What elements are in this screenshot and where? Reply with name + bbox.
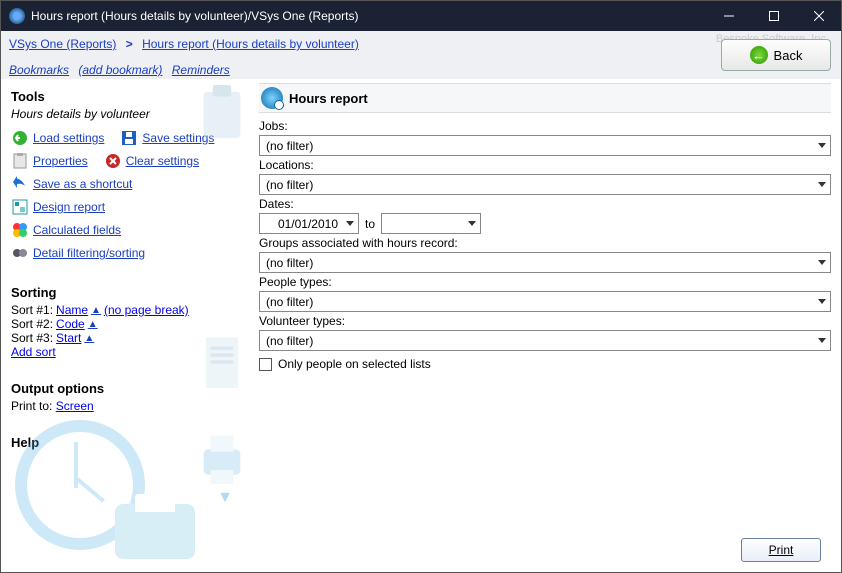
- date-to-word: to: [365, 217, 375, 231]
- dates-label: Dates:: [259, 197, 831, 211]
- printto-label: Print to:: [11, 399, 52, 413]
- back-label: Back: [774, 48, 803, 63]
- locations-value: (no filter): [266, 178, 313, 192]
- breadcrumb-current[interactable]: Hours report (Hours details by volunteer…: [142, 37, 359, 51]
- breadcrumb-sep: >: [126, 37, 133, 51]
- add-bookmark-link[interactable]: (add bookmark): [78, 63, 162, 77]
- clear-settings-link[interactable]: Clear settings: [126, 154, 199, 168]
- design-report-link[interactable]: Design report: [33, 200, 105, 214]
- clock-art-icon: [5, 420, 215, 570]
- sort1-link[interactable]: Name: [56, 303, 88, 317]
- document-icon: [199, 335, 245, 391]
- save-shortcut-link[interactable]: Save as a shortcut: [33, 177, 132, 191]
- clear-icon: [104, 152, 122, 170]
- breadcrumb-bar: Bespoke Software, Inc. VSys One (Reports…: [1, 31, 841, 79]
- minimize-button[interactable]: [706, 1, 751, 31]
- close-button[interactable]: [796, 1, 841, 31]
- sort2-dir-icon[interactable]: ▲: [88, 319, 98, 330]
- properties-icon: [11, 152, 29, 170]
- sort3-label: Sort #3:: [11, 331, 53, 345]
- window-title: Hours report (Hours details by volunteer…: [31, 9, 706, 23]
- date-to-combo[interactable]: [381, 213, 481, 234]
- add-sort-link[interactable]: Add sort: [11, 345, 56, 359]
- report-icon: [261, 87, 283, 109]
- groups-combo[interactable]: (no filter): [259, 252, 831, 273]
- printto-row: Print to: Screen: [11, 399, 249, 413]
- vtypes-value: (no filter): [266, 334, 313, 348]
- sort2-label: Sort #2:: [11, 317, 53, 331]
- sort1-dir-icon[interactable]: ▲: [91, 305, 101, 316]
- locations-combo[interactable]: (no filter): [259, 174, 831, 195]
- vtypes-label: Volunteer types:: [259, 314, 831, 328]
- date-from-value: 01/01/2010: [278, 217, 338, 231]
- sort1-label: Sort #1:: [11, 303, 53, 317]
- groups-value: (no filter): [266, 256, 313, 270]
- jobs-combo[interactable]: (no filter): [259, 135, 831, 156]
- main-header: Hours report: [259, 83, 831, 113]
- calc-icon: [11, 221, 29, 239]
- locations-label: Locations:: [259, 158, 831, 172]
- chevron-down-icon: ▼: [217, 489, 233, 507]
- vtypes-combo[interactable]: (no filter): [259, 330, 831, 351]
- clipboard-icon: [199, 85, 245, 141]
- sort3-link[interactable]: Start: [56, 331, 81, 345]
- app-icon: [9, 8, 25, 24]
- back-arrow-icon: ←: [750, 46, 768, 64]
- filter-icon: [11, 244, 29, 262]
- sidebar: ▼ Tools Hours details by volunteer Load …: [1, 79, 255, 572]
- groups-label: Groups associated with hours record:: [259, 236, 831, 250]
- sort3-dir-icon[interactable]: ▲: [84, 333, 94, 344]
- maximize-button[interactable]: [751, 1, 796, 31]
- breadcrumb-root[interactable]: VSys One (Reports): [9, 37, 116, 51]
- only-people-checkbox[interactable]: [259, 358, 272, 371]
- sort2-link[interactable]: Code: [56, 317, 85, 331]
- date-from-combo[interactable]: 01/01/2010: [259, 213, 359, 234]
- jobs-label: Jobs:: [259, 119, 831, 133]
- properties-link[interactable]: Properties: [33, 154, 88, 168]
- titlebar: Hours report (Hours details by volunteer…: [1, 1, 841, 31]
- sorting-header: Sorting: [11, 285, 249, 300]
- calculated-fields-link[interactable]: Calculated fields: [33, 223, 121, 237]
- breadcrumb: VSys One (Reports) > Hours report (Hours…: [9, 37, 359, 51]
- print-label: Print: [769, 543, 794, 557]
- printto-link[interactable]: Screen: [56, 399, 94, 413]
- ptypes-value: (no filter): [266, 295, 313, 309]
- reminders-link[interactable]: Reminders: [172, 63, 230, 77]
- main-title: Hours report: [289, 91, 368, 106]
- bookmarks-link[interactable]: Bookmarks: [9, 63, 69, 77]
- design-icon: [11, 198, 29, 216]
- ptypes-label: People types:: [259, 275, 831, 289]
- jobs-value: (no filter): [266, 139, 313, 153]
- ptypes-combo[interactable]: (no filter): [259, 291, 831, 312]
- save-icon: [120, 129, 138, 147]
- load-icon: [11, 129, 29, 147]
- app-window: Hours report (Hours details by volunteer…: [0, 0, 842, 573]
- print-button[interactable]: Print: [741, 538, 821, 562]
- sort1-pagebreak-link[interactable]: (no page break): [104, 303, 189, 317]
- back-button[interactable]: ← Back: [721, 39, 831, 71]
- shortcut-icon: [11, 175, 29, 193]
- crumb-links: Bookmarks (add bookmark) Reminders: [9, 63, 236, 77]
- body: ▼ Tools Hours details by volunteer Load …: [1, 79, 841, 572]
- detail-filtering-link[interactable]: Detail filtering/sorting: [33, 246, 145, 260]
- only-people-label: Only people on selected lists: [278, 357, 431, 371]
- main-panel: Hours report Jobs: (no filter) Locations…: [255, 79, 841, 572]
- load-settings-link[interactable]: Load settings: [33, 131, 104, 145]
